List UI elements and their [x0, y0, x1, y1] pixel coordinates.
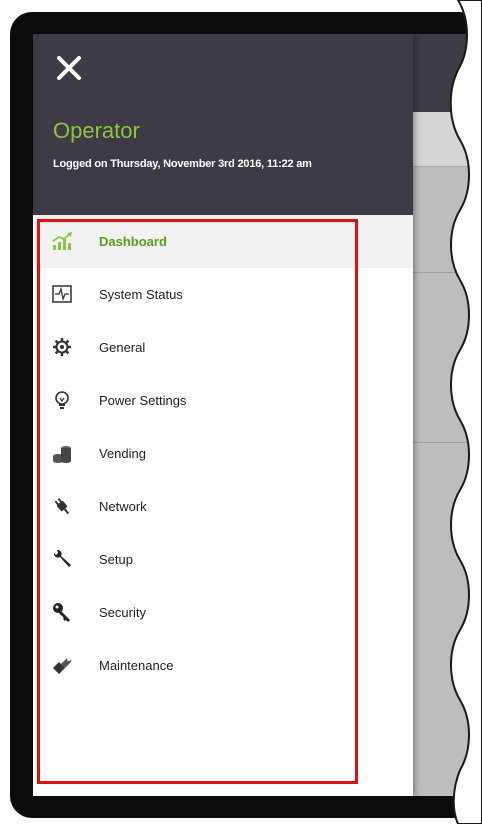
screen: Operator Logged on Thursday, November 3r…	[33, 34, 482, 796]
gear-icon	[53, 338, 71, 356]
pulse-monitor-icon	[52, 285, 72, 303]
login-info: Logged on Thursday, November 3rd 2016, 1…	[53, 158, 312, 170]
close-icon	[57, 56, 81, 80]
torn-edge	[449, 0, 482, 824]
menu-item-power-settings[interactable]: Power Settings	[33, 374, 413, 427]
user-name: Operator	[53, 118, 140, 143]
menu-item-security[interactable]: Security	[33, 586, 413, 639]
menu-list: Dashboard System Status General Power Se…	[33, 215, 413, 692]
menu-item-general[interactable]: General	[33, 321, 413, 374]
dashboard-chart-icon	[52, 232, 72, 250]
menu-item-label: Dashboard	[99, 234, 167, 249]
key-icon	[53, 603, 70, 622]
menu-item-label: System Status	[99, 287, 183, 302]
coins-icon	[53, 446, 71, 463]
close-button[interactable]	[53, 52, 85, 84]
menu-item-label: Security	[99, 605, 146, 620]
menu-item-vending[interactable]: Vending	[33, 427, 413, 480]
plug-icon	[54, 497, 70, 515]
menu-item-setup[interactable]: Setup	[33, 533, 413, 586]
menu-item-label: Maintenance	[99, 658, 174, 673]
lightbulb-icon	[55, 391, 69, 409]
menu-item-dashboard[interactable]: Dashboard	[33, 215, 413, 268]
menu-item-label: Setup	[99, 552, 133, 567]
drawer-header: Operator Logged on Thursday, November 3r…	[33, 34, 413, 215]
wrench-icon	[53, 549, 71, 567]
menu-item-network[interactable]: Network	[33, 480, 413, 533]
menu-item-label: Network	[99, 499, 147, 514]
menu-item-system-status[interactable]: System Status	[33, 268, 413, 321]
menu-item-label: Vending	[99, 446, 146, 461]
tools-icon	[53, 657, 72, 674]
navigation-drawer: Operator Logged on Thursday, November 3r…	[33, 34, 413, 796]
menu-item-label: Power Settings	[99, 393, 187, 408]
menu-item-maintenance[interactable]: Maintenance	[33, 639, 413, 692]
menu-item-label: General	[99, 340, 146, 355]
